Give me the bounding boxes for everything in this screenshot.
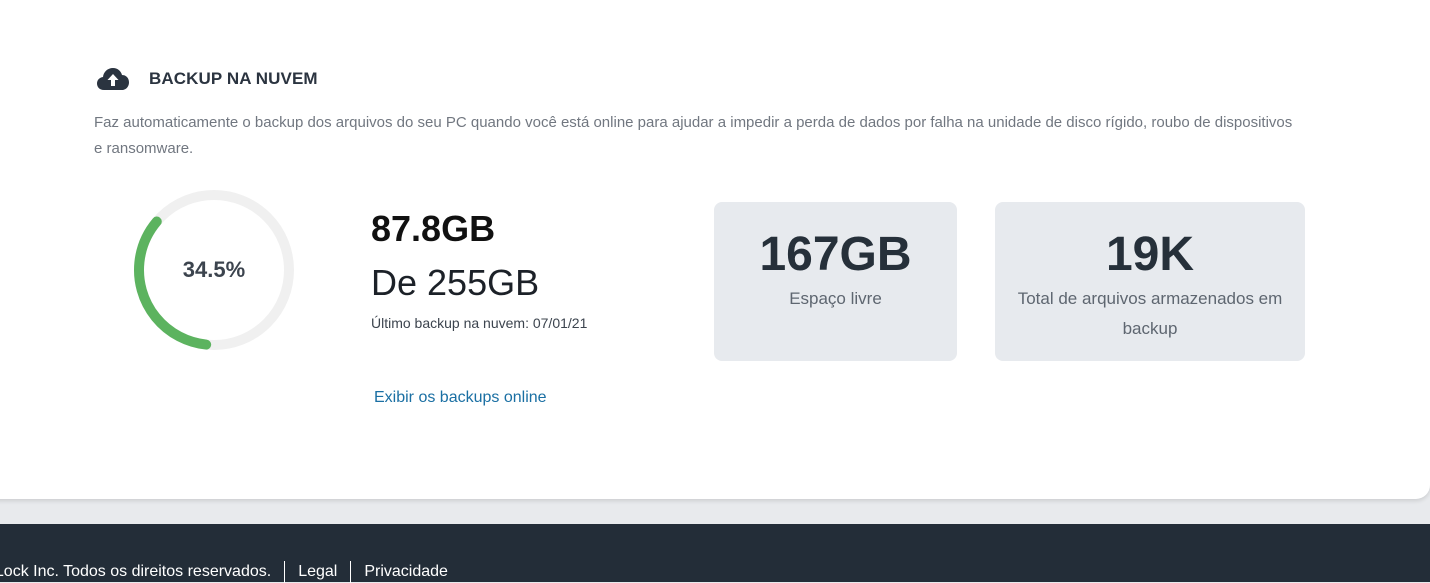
free-space-card: 167GB Espaço livre — [714, 202, 957, 361]
used-storage: 87.8GB — [371, 208, 496, 249]
footer-links: eLock Inc. Todos os direitos reservados.… — [0, 561, 448, 583]
backed-up-files-card: 19K Total de arquivos armazenados em bac… — [995, 202, 1305, 361]
footer-divider — [284, 561, 286, 583]
usage-percent: 34.5% — [182, 257, 246, 282]
free-space-value: 167GB — [759, 228, 912, 281]
legal-link[interactable]: Legal — [298, 563, 337, 581]
privacy-link[interactable]: Privacidade — [364, 563, 448, 581]
footer: eLock Inc. Todos os direitos reservados.… — [0, 524, 1430, 583]
copyright-text: eLock Inc. Todos os direitos reservados. — [0, 563, 272, 580]
last-backup-date: Último backup na nuvem: 07/01/21 — [371, 315, 588, 331]
usage-gauge: 34.5% — [130, 186, 298, 354]
files-count-value: 19K — [1105, 228, 1195, 281]
section-title: BACKUP NA NUVEM — [149, 69, 318, 88]
section-header: BACKUP NA NUVEM — [96, 66, 318, 92]
total-storage: De 255GB — [371, 262, 540, 303]
section-description: Faz automaticamente o backup dos arquivo… — [94, 114, 1293, 157]
cloud-upload-icon — [97, 68, 129, 90]
files-count-label: Total de arquivos armazenados em backup — [1017, 289, 1283, 338]
footer-divider — [350, 561, 352, 583]
free-space-label: Espaço livre — [789, 289, 882, 308]
view-online-backups-link[interactable]: Exibir os backups online — [374, 389, 547, 407]
